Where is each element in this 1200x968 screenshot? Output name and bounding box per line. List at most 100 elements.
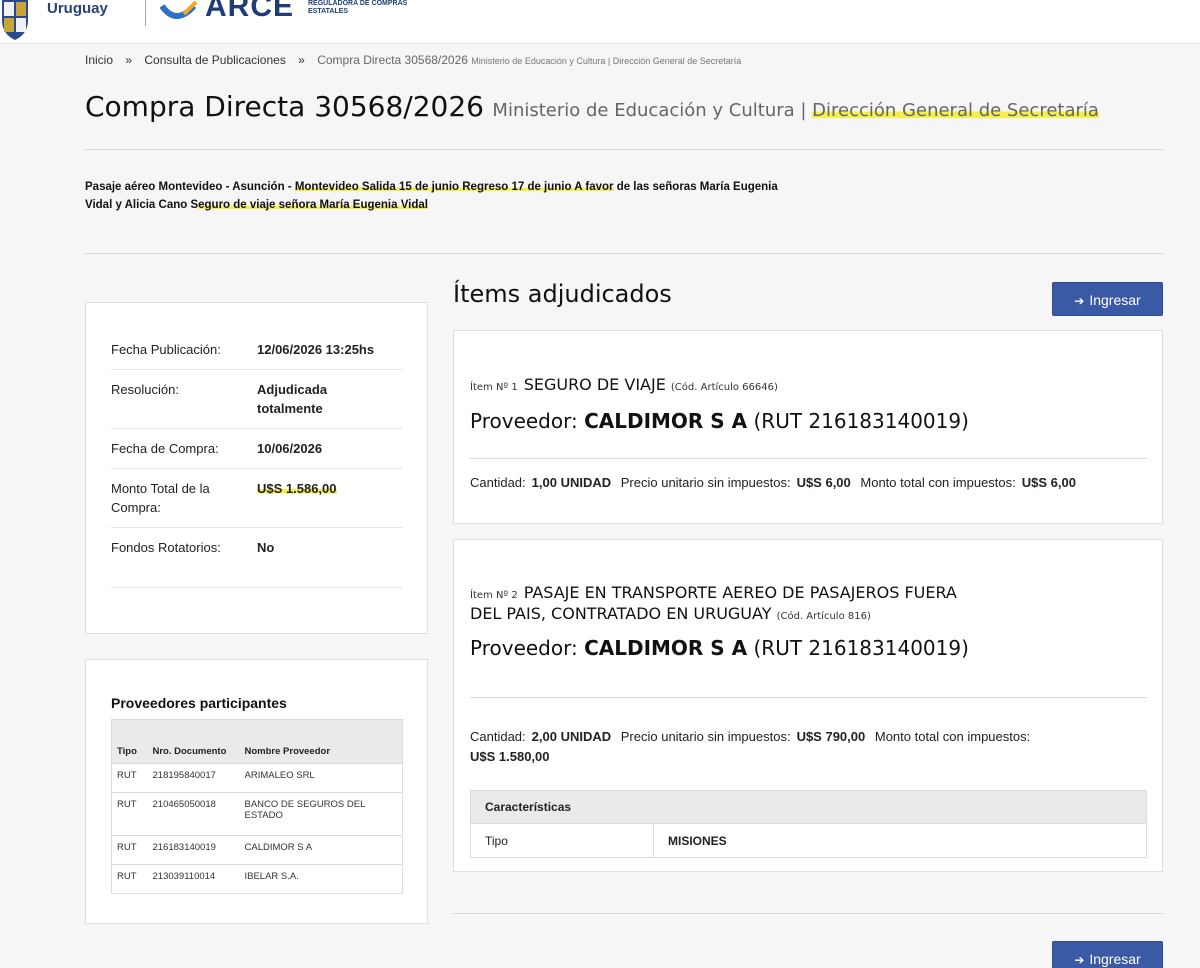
breadcrumb-consulta[interactable]: Consulta de Publicaciones	[144, 53, 285, 67]
caracteristica-value: MISIONES	[653, 824, 1147, 857]
breadcrumb-separator: »	[298, 53, 305, 67]
precio-label: Precio unitario sin impuestos:	[620, 729, 791, 744]
info-row-resolucion: Resolución: Adjudicada totalmente	[111, 370, 403, 429]
page-title-org-direction: Dirección General de Secretaría	[812, 100, 1099, 121]
proveedores-title: Proveedores participantes	[111, 695, 287, 711]
info-label: Monto Total de la Compra:	[111, 481, 210, 515]
ingresar-label: Ingresar	[1089, 951, 1141, 967]
monto-total-value: U$S 1.586,00	[257, 481, 337, 496]
cell-nombre: ARIMALEO SRL	[239, 763, 403, 793]
caracteristica-row: Tipo MISIONES	[471, 823, 1146, 857]
table-row: RUT 216183140019 CALDIMOR S A	[111, 835, 403, 865]
caracteristica-key: Tipo	[485, 834, 508, 848]
cell-doc: 213039110014	[147, 864, 240, 894]
divider	[470, 697, 1147, 698]
divider	[453, 913, 1163, 914]
item-code: (Cód. Artículo 816)	[776, 611, 871, 622]
divider	[85, 149, 1163, 150]
info-value: Adjudicada totalmente	[257, 382, 328, 416]
proveedor-name: CALDIMOR S A	[584, 409, 748, 433]
item-card-1: Ítem Nº 1 SEGURO DE VIAJE (Cód. Artículo …	[453, 330, 1163, 524]
brand-subtitle: REGULADORA DE COMPRAS ESTATALES	[308, 0, 408, 15]
item-heading: Ítem Nº 1 SEGURO DE VIAJE (Cód. Artículo …	[470, 376, 778, 397]
monto-label: Monto total con impuestos:	[860, 475, 1016, 490]
cantidad-value: 1,00 UNIDAD	[531, 475, 612, 490]
breadcrumb-home[interactable]: Inicio	[85, 53, 113, 67]
description-part: Pasaje aéreo Montevideo - Asunción -	[85, 181, 295, 193]
breadcrumb: Inicio » Consulta de Publicaciones » Com…	[85, 53, 741, 67]
page-title-org-ministry: Ministerio de Educación y Cultura |	[492, 100, 807, 121]
item-amounts: Cantidad: 2,00 UNIDAD Precio unitario sin…	[470, 727, 1070, 767]
cell-tipo: RUT	[111, 835, 148, 865]
purchase-description: Pasaje aéreo Montevideo - Asunción - Mon…	[85, 178, 805, 214]
cell-tipo: RUT	[111, 864, 148, 894]
table-row: RUT 210465050018 BANCO DE SEGUROS DEL ES…	[111, 792, 403, 836]
precio-label: Precio unitario sin impuestos:	[620, 475, 791, 490]
top-header: Uruguay ARCE REGULADORA DE COMPRAS ESTAT…	[0, 0, 1200, 44]
item-number: Ítem Nº 1	[470, 382, 518, 393]
ingresar-label: Ingresar	[1089, 292, 1141, 308]
monto-value: U$S 6,00	[1021, 475, 1076, 490]
cell-tipo: RUT	[111, 763, 148, 793]
cell-nombre: CALDIMOR S A	[239, 835, 403, 865]
cantidad-label: Cantidad:	[470, 729, 526, 744]
sign-in-icon: ➔	[1074, 294, 1085, 308]
item-card-2: Ítem Nº 2 PASAJE EN TRANSPORTE AEREO DE P…	[453, 539, 1163, 872]
purchase-info-card: Fecha Publicación: 12/06/2026 13:25hs Re…	[85, 302, 428, 634]
table-row: RUT 213039110014 IBELAR S.A.	[111, 864, 403, 894]
description-highlight: eguro de viaje señora María Eugenia Vida…	[198, 199, 428, 211]
ingresar-button-bottom[interactable]: ➔ Ingresar	[1052, 941, 1163, 968]
item-number: Ítem Nº 2	[470, 590, 518, 601]
cell-nombre: IBELAR S.A.	[239, 864, 403, 894]
info-label: Fecha Publicación:	[111, 342, 221, 357]
item-name-line2: DEL PAIS, CONTRATADO EN URUGUAY	[470, 604, 772, 623]
proveedor-name: CALDIMOR S A	[584, 636, 748, 660]
info-row-fecha-compra: Fecha de Compra: 10/06/2026	[111, 429, 403, 469]
info-value: 10/06/2026	[257, 441, 323, 456]
sign-in-icon: ➔	[1074, 953, 1085, 967]
table-header-row: Tipo Nro. Documento Nombre Proveedor	[111, 719, 403, 764]
items-title: Ítems adjudicados	[453, 280, 672, 308]
breadcrumb-current-title: Compra Directa 30568/2026	[317, 53, 468, 67]
item-proveedor: Proveedor: CALDIMOR S A (RUT 21618314001…	[470, 409, 969, 433]
column-header-nombre: Nombre Proveedor	[239, 719, 403, 764]
divider	[85, 253, 1163, 254]
info-row-fondos: Fondos Rotatorios: No	[111, 528, 403, 588]
caracteristicas-table: Características Tipo MISIONES	[470, 790, 1147, 858]
info-value: No	[257, 540, 275, 555]
brand-name[interactable]: ARCE	[205, 0, 294, 22]
caracteristicas-header: Características	[471, 791, 1146, 823]
brand-divider	[145, 0, 146, 26]
table-row: RUT 218195840017 ARIMALEO SRL	[111, 763, 403, 793]
breadcrumb-current: Compra Directa 30568/2026 Ministerio de …	[317, 53, 741, 67]
proveedor-rut: (RUT 216183140019)	[753, 409, 969, 433]
cell-doc: 210465050018	[147, 792, 240, 836]
divider	[470, 458, 1147, 459]
item-proveedor: Proveedor: CALDIMOR S A (RUT 21618314001…	[470, 636, 969, 660]
cell-tipo: RUT	[111, 792, 148, 836]
item-name: SEGURO DE VIAJE	[523, 375, 666, 394]
precio-value: U$S 790,00	[796, 729, 866, 744]
info-row-fecha-publicacion: Fecha Publicación: 12/06/2026 13:25hs	[111, 330, 403, 370]
info-label: Resolución:	[111, 382, 179, 397]
column-header-tipo: Tipo	[111, 719, 148, 764]
cell-nombre: BANCO DE SEGUROS DEL ESTADO	[239, 792, 403, 836]
page-title: Compra Directa 30568/2026 Ministerio de …	[85, 90, 1099, 123]
item-code: (Cód. Artículo 66646)	[670, 382, 778, 393]
ingresar-button[interactable]: ➔ Ingresar	[1052, 282, 1163, 316]
info-value: U$S 1.586,00	[257, 479, 387, 498]
breadcrumb-current-org: Ministerio de Educación y Cultura | Dire…	[471, 56, 742, 66]
item-heading: Ítem Nº 2 PASAJE EN TRANSPORTE AEREO DE P…	[470, 584, 970, 626]
item-amounts: Cantidad: 1,00 UNIDAD Precio unitario sin…	[470, 473, 1150, 493]
monto-value: U$S 1.580,00	[470, 749, 550, 764]
item-name: PASAJE EN TRANSPORTE AEREO DE PASAJEROS …	[523, 583, 957, 602]
country-label[interactable]: Uruguay	[47, 0, 108, 18]
proveedores-card: Proveedores participantes Tipo Nro. Docu…	[85, 659, 428, 924]
info-label: Fondos Rotatorios:	[111, 540, 221, 555]
precio-value: U$S 6,00	[796, 475, 851, 490]
proveedor-rut: (RUT 216183140019)	[753, 636, 969, 660]
breadcrumb-separator: »	[125, 53, 133, 67]
cell-doc: 218195840017	[147, 763, 240, 793]
cantidad-value: 2,00 UNIDAD	[531, 729, 612, 744]
arce-logo-icon	[160, 0, 198, 19]
